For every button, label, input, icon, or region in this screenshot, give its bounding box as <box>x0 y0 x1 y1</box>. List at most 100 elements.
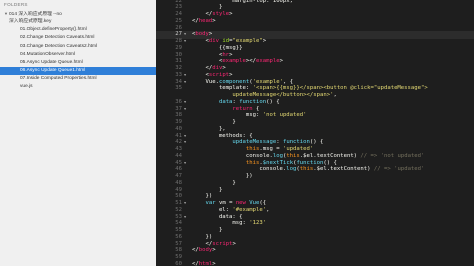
code-token: 'example' <box>252 78 283 85</box>
code-token: updateMessage</button></span>' <box>192 92 334 98</box>
code-token: updateMessage <box>232 139 277 146</box>
file-item[interactable]: 03.Change Detection Caveats2.html <box>0 43 156 51</box>
code-token: new <box>235 200 246 206</box>
code-token: < <box>192 71 209 78</box>
code-token: '#example' <box>232 206 267 213</box>
code-token: > <box>212 247 216 254</box>
code-token: 'updated' <box>282 146 314 152</box>
code-token: "example" <box>232 38 263 44</box>
item-label: 04.MutationObserver.html <box>20 51 75 57</box>
code-token: this <box>245 159 260 166</box>
code-line[interactable]: 60 </html> <box>156 261 474 266</box>
code-token: </ <box>192 17 199 24</box>
code-token: msg: <box>192 220 250 227</box>
code-token: methods: { <box>192 132 253 139</box>
code-token: Vue. <box>192 78 219 85</box>
file-item[interactable]: 01.Object.defineProperty().html <box>0 26 156 34</box>
folder-item[interactable]: ▼014 深入响应式原理 --no <box>0 10 156 18</box>
item-label: 07.Inside Computed Properties.html <box>20 76 97 82</box>
item-label: vue.js <box>20 84 33 90</box>
code-token: head <box>198 17 213 24</box>
code-token: .msg = <box>259 146 283 152</box>
code-token: ({ <box>259 200 267 206</box>
code-token: : <box>276 139 283 146</box>
code-token: </ <box>192 240 213 247</box>
code-token: this <box>286 152 300 159</box>
code-token: } <box>192 179 236 186</box>
code-token: html <box>198 260 213 266</box>
code-token: console. <box>192 152 273 159</box>
code-token: > <box>229 71 233 78</box>
file-item[interactable]: 04.MutationObserver.html <box>0 51 156 59</box>
code-token: .$el.textContent) <box>299 152 361 159</box>
folders-header: FOLDERS <box>4 2 28 7</box>
file-item[interactable]: vue.js <box>0 83 156 91</box>
code-token: $nextTick <box>262 159 294 166</box>
code-token: this <box>245 146 260 152</box>
code-token: } <box>192 227 223 233</box>
code-token: , { <box>282 78 294 85</box>
code-token: function <box>296 159 324 166</box>
code-token: function <box>239 98 267 105</box>
code-token: example <box>256 58 280 65</box>
code-token: }) <box>192 193 213 200</box>
code-token: var <box>205 200 216 206</box>
file-item[interactable]: 05.Async Update Queue.html <box>0 59 156 67</box>
code-token: > <box>279 58 283 65</box>
file-item[interactable]: 02.Change Detection Caveats.html <box>0 34 156 42</box>
code-editor[interactable]: 22 margin-top: 100px; 23 } 24 </style> 25 </… <box>156 0 474 266</box>
file-item[interactable]: 深入响应式原理.key <box>0 18 156 26</box>
code-token: example <box>222 58 246 65</box>
code-token: () { <box>309 139 324 146</box>
code-token: </ <box>192 247 199 254</box>
code-token: } <box>192 186 223 193</box>
code-token: > <box>212 260 216 266</box>
item-label: 02.Change Detection Caveats.html <box>20 35 95 41</box>
file-item[interactable]: 06.Async Update Queue1.html <box>0 67 156 76</box>
code-token: }) <box>192 233 213 240</box>
code-token: template: <box>192 85 253 92</box>
code-token: // => 'updated' <box>373 166 425 173</box>
code-token: margin-top: 100px; <box>192 0 294 4</box>
sidebar: FOLDERS ▼014 深入响应式原理 --no 深入响应式原理.key 01.O… <box>0 0 156 266</box>
code-token: () { <box>323 159 337 166</box>
code-token: log <box>272 152 283 159</box>
code-token: > <box>208 31 213 38</box>
code-token: > <box>229 11 233 17</box>
code-token: > <box>262 38 267 44</box>
code-token: < <box>192 58 223 65</box>
code-token: > <box>222 65 226 71</box>
code-token: script <box>212 240 233 247</box>
code-token: div <box>212 65 223 71</box>
code-token: < <box>192 51 223 58</box>
code-token: </ <box>192 65 213 71</box>
code-token: </ <box>192 11 213 17</box>
item-label: 01.Object.defineProperty().html <box>20 27 87 33</box>
code-token: log <box>286 166 297 173</box>
item-label: 03.Change Detection Caveats2.html <box>20 43 98 49</box>
code-token: // => 'not updated' <box>360 152 425 159</box>
code-token: ></ <box>245 58 256 65</box>
code-token: script <box>208 71 230 78</box>
code-token: , <box>266 206 270 213</box>
code-token: } <box>192 119 236 125</box>
file-item[interactable]: 07.Inside Computed Properties.html <box>0 75 156 83</box>
item-label: 014 深入响应式原理 --no <box>9 12 62 17</box>
code-token: data <box>218 98 233 105</box>
code-token: .$el.textContent) <box>313 166 374 173</box>
code-token: Vue <box>249 200 260 206</box>
code-text: </html> <box>192 261 216 266</box>
code-token: }, <box>192 125 226 132</box>
code-token: {{msg}} <box>192 44 243 51</box>
code-token: > <box>212 17 216 24</box>
item-label: 05.Async Update Queue.html <box>20 59 83 65</box>
code-token: body <box>195 31 209 38</box>
code-token: vm = <box>215 200 236 206</box>
code-token: }) <box>192 173 253 179</box>
code-token: '123' <box>249 220 267 227</box>
code-token: msg: <box>192 112 263 119</box>
code-token: > <box>232 240 236 247</box>
editor-window: FOLDERS ▼014 深入响应式原理 --no 深入响应式原理.key 01.O… <box>0 0 474 266</box>
